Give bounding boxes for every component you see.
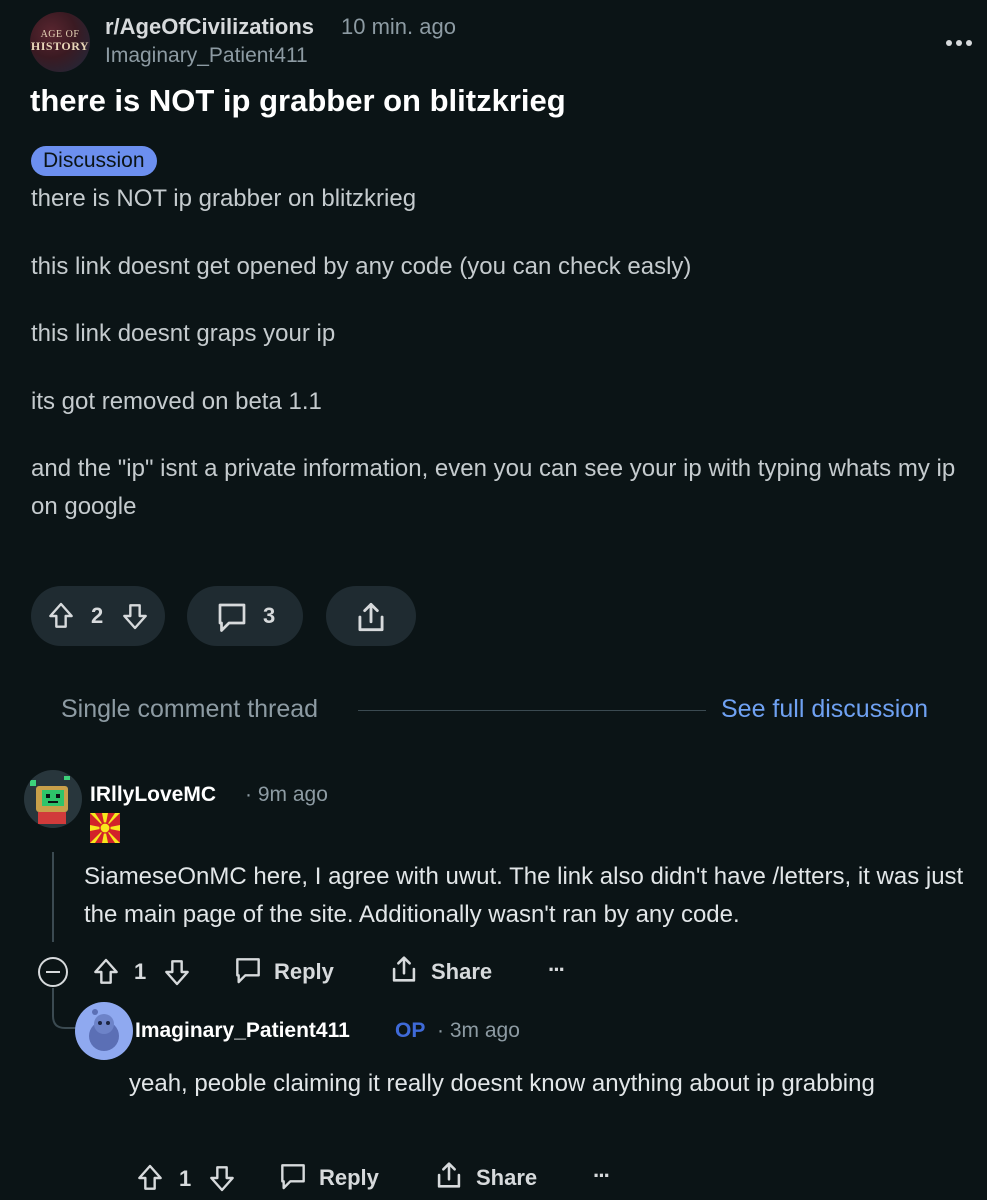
divider [358,710,706,711]
avatar[interactable] [24,770,82,828]
comment-vote-count: 1 [134,959,147,984]
comment-time: · 3m ago [437,1019,520,1042]
comments-button[interactable]: 3 [187,586,303,646]
post-paragraph: there is NOT ip grabber on blitzkrieg [31,185,417,212]
upvote-icon[interactable] [45,600,77,632]
collapse-icon [38,957,68,987]
reply-icon [281,1164,305,1190]
reply-button[interactable]: Reply [277,1160,387,1194]
post-paragraph: its got removed on beta 1.1 [31,388,322,415]
share-label: Share [431,959,493,984]
comment-author[interactable]: IRllyLoveMC [90,783,216,807]
comment-author[interactable]: Imaginary_Patient411 [135,1019,350,1043]
comment-body: SiameseOnMC here, I agree with uwut. The… [84,863,964,928]
post-time: 10 min. ago [341,14,456,39]
robot-avatar-icon [30,776,70,824]
reply-button[interactable]: Reply [232,954,342,988]
upvote-icon[interactable] [90,956,122,988]
avatar[interactable] [75,1002,133,1060]
subreddit-name[interactable]: r/AgeOfCivilizations [105,14,314,40]
reply-label: Reply [319,1165,379,1190]
share-button[interactable]: Share [432,1158,547,1194]
op-badge: OP [395,1019,426,1042]
macedonia-flag-icon [90,813,120,843]
comment-count: 3 [263,603,276,628]
share-label: Share [476,1165,538,1190]
post-flair[interactable]: Discussion [31,146,157,176]
thread-line [52,852,54,942]
share-icon [392,956,416,982]
downvote-icon[interactable] [206,1162,238,1194]
see-full-discussion-link[interactable]: See full discussion [721,695,928,724]
avatar-text-line-2: HISTORY [30,39,90,53]
reply-label: Reply [274,959,334,984]
vote-count: 2 [91,603,104,628]
post-author[interactable]: Imaginary_Patient411 [105,44,308,68]
comment-time: · 9m ago [245,783,328,806]
comment-icon [218,603,246,632]
reply-icon [236,958,260,984]
thread-label: Single comment thread [61,695,319,723]
more-options-button[interactable]: ··· [548,957,566,983]
vote-pill: 2 [31,586,165,646]
snoo-avatar-icon [89,1009,119,1051]
share-icon [358,602,384,632]
more-horizontal-icon [946,40,972,46]
comment-body: yeah, peoble claiming it really doesnt k… [129,1070,875,1097]
downvote-icon[interactable] [119,600,151,632]
subreddit-avatar[interactable]: AGE OF HISTORY [30,12,90,72]
post-paragraph: this link doesnt graps your ip [31,320,336,347]
upvote-icon[interactable] [134,1162,166,1194]
share-icon [437,1162,461,1188]
share-button[interactable]: Share [387,952,502,988]
downvote-icon[interactable] [161,956,193,988]
collapse-thread-button[interactable] [37,956,69,988]
post-paragraph: and the "ip" isnt a private information,… [31,455,956,520]
share-button[interactable] [326,586,416,646]
comment-vote-count: 1 [179,1166,192,1191]
more-options-button[interactable]: ··· [593,1163,611,1189]
post-title: there is NOT ip grabber on blitzkrieg [30,83,566,118]
more-options-button[interactable] [944,36,974,48]
post-paragraph: this link doesnt get opened by any code … [31,253,692,280]
